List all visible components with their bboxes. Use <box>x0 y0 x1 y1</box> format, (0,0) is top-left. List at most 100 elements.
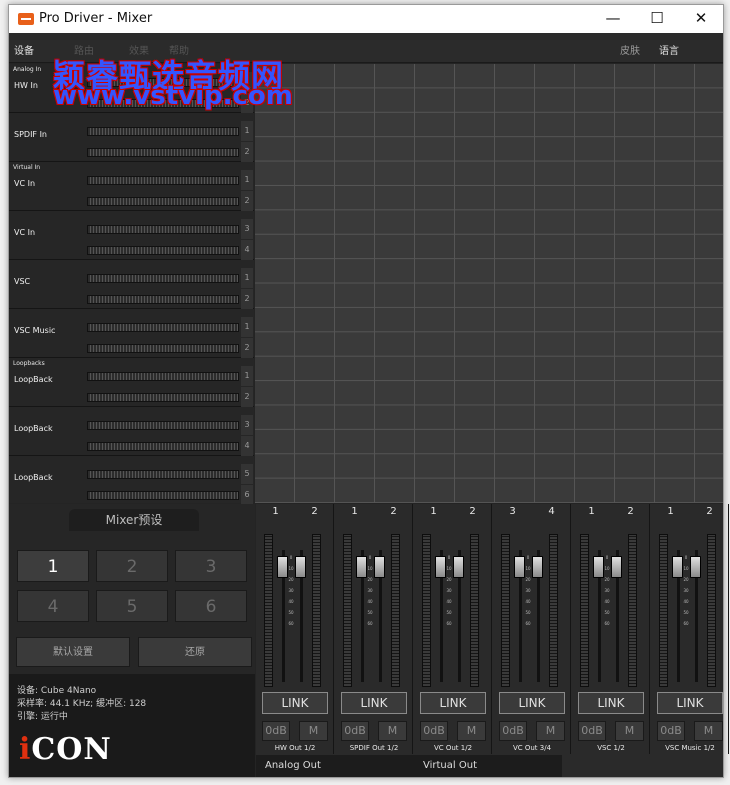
maximize-button[interactable]: ☐ <box>635 5 679 33</box>
zero-db-button[interactable]: 0dB <box>341 721 369 741</box>
mute-button[interactable]: M <box>536 721 565 741</box>
icon-logo: iCON <box>19 732 112 767</box>
input-name: VC In <box>14 228 36 237</box>
input-name: HW In <box>14 81 38 90</box>
link-button[interactable]: LINK <box>499 692 565 714</box>
preset-button-4[interactable]: 4 <box>17 590 89 622</box>
fader-scale: 0 10 20 30 40 50 60 <box>523 552 533 629</box>
level-meter <box>87 372 239 381</box>
channel-number: 6 <box>241 485 253 505</box>
channel-number: 1 <box>241 366 253 386</box>
scale-tick: 0 <box>289 555 293 560</box>
channel-number: 3 <box>241 415 253 435</box>
scale-tick: 30 <box>446 588 452 593</box>
channel-number: 4 <box>548 506 555 517</box>
mute-button[interactable]: M <box>378 721 407 741</box>
output-level-meter <box>343 534 352 687</box>
mute-button[interactable]: M <box>299 721 328 741</box>
link-button[interactable]: LINK <box>420 692 486 714</box>
zero-db-button[interactable]: 0dB <box>262 721 290 741</box>
preset-button-1[interactable]: 1 <box>17 550 89 582</box>
scale-tick: 10 <box>367 566 373 571</box>
level-meter <box>87 197 239 206</box>
fader-knob[interactable] <box>532 556 543 578</box>
level-meter <box>87 442 239 451</box>
scale-tick: 30 <box>604 588 610 593</box>
scale-tick: 20 <box>367 577 373 582</box>
level-meter <box>87 246 239 255</box>
link-button[interactable]: LINK <box>262 692 328 714</box>
minimize-button[interactable]: — <box>591 5 635 33</box>
link-button[interactable]: LINK <box>578 692 644 714</box>
title-bar: Pro Driver - Mixer — ☐ ✕ <box>9 5 723 33</box>
output-strip: 1 2 0 10 20 30 40 50 60 LINK 0dB M VSC 1/2 <box>572 504 650 754</box>
scale-tick: 10 <box>446 566 452 571</box>
output-level-meter <box>659 534 668 687</box>
restore-button[interactable]: 还原 <box>138 637 252 667</box>
channel-number: 2 <box>241 387 253 407</box>
scale-tick: 50 <box>525 610 531 615</box>
preset-button-3[interactable]: 3 <box>175 550 247 582</box>
default-settings-button[interactable]: 默认设置 <box>16 637 130 667</box>
link-button[interactable]: LINK <box>657 692 723 714</box>
output-level-meter <box>549 534 558 687</box>
fader-scale: 0 10 20 30 40 50 60 <box>365 552 375 629</box>
menu-skin[interactable]: 皮肤 <box>620 42 640 57</box>
input-name: SPDIF In <box>14 130 47 139</box>
scale-tick: 60 <box>604 621 610 626</box>
scale-tick: 50 <box>604 610 610 615</box>
level-meter <box>87 225 239 234</box>
fader-knob[interactable] <box>453 556 464 578</box>
scale-tick: 30 <box>525 588 531 593</box>
mute-button[interactable]: M <box>615 721 644 741</box>
zero-db-button[interactable]: 0dB <box>420 721 448 741</box>
fader-knob[interactable] <box>295 556 306 578</box>
fader-knob[interactable] <box>611 556 622 578</box>
preset-button-2[interactable]: 2 <box>96 550 168 582</box>
preset-panel: Mixer预设 1 2 3 4 5 6 默认设置 还原 设备: Cube 4Na… <box>9 504 255 777</box>
output-level-meter <box>628 534 637 687</box>
scale-tick: 40 <box>683 599 689 604</box>
fader-scale: 0 10 20 30 40 50 60 <box>681 552 691 629</box>
channel-number: 5 <box>241 464 253 484</box>
zero-db-button[interactable]: 0dB <box>578 721 606 741</box>
scale-tick: 60 <box>367 621 373 626</box>
zero-db-button[interactable]: 0dB <box>657 721 685 741</box>
channel-number: 1 <box>241 268 253 288</box>
menu-language[interactable]: 语言 <box>659 42 679 57</box>
fader-knob[interactable] <box>374 556 385 578</box>
input-row: LoopBack 1 2 <box>9 358 254 407</box>
input-name: VC In <box>14 179 36 188</box>
scale-tick: 30 <box>367 588 373 593</box>
scale-tick: 20 <box>604 577 610 582</box>
device-info: 设备: Cube 4Nano 采样率: 44.1 KHz; 缓冲区: 128 引… <box>9 674 255 777</box>
routing-matrix[interactable] <box>255 64 723 503</box>
output-level-meter <box>470 534 479 687</box>
scale-tick: 0 <box>368 555 372 560</box>
preset-button-6[interactable]: 6 <box>175 590 247 622</box>
link-button[interactable]: LINK <box>341 692 407 714</box>
preset-button-5[interactable]: 5 <box>96 590 168 622</box>
sample-rate-info: 采样率: 44.1 KHz; 缓冲区: 128 <box>17 699 147 709</box>
input-name: LoopBack <box>14 473 53 482</box>
fader-knob[interactable] <box>690 556 701 578</box>
channel-number: 3 <box>241 219 253 239</box>
input-channels-panel: Analog In Virtual In Loopbacks HW In 1 2 SP… <box>9 64 254 505</box>
scale-tick: 60 <box>288 621 294 626</box>
zero-db-button[interactable]: 0dB <box>499 721 527 741</box>
channel-number: 1 <box>667 506 674 517</box>
close-button[interactable]: ✕ <box>679 5 723 33</box>
channel-number: 3 <box>509 506 516 517</box>
scale-tick: 40 <box>604 599 610 604</box>
input-row: VC In 3 4 <box>9 211 254 260</box>
input-name: LoopBack <box>14 424 53 433</box>
output-level-meter <box>501 534 510 687</box>
input-row: SPDIF In 1 2 <box>9 113 254 162</box>
menu-device[interactable]: 设备 <box>14 42 34 57</box>
scale-tick: 50 <box>683 610 689 615</box>
level-meter <box>87 176 239 185</box>
channel-number: 1 <box>351 506 358 517</box>
mute-button[interactable]: M <box>457 721 486 741</box>
level-meter <box>87 421 239 430</box>
mute-button[interactable]: M <box>694 721 723 741</box>
